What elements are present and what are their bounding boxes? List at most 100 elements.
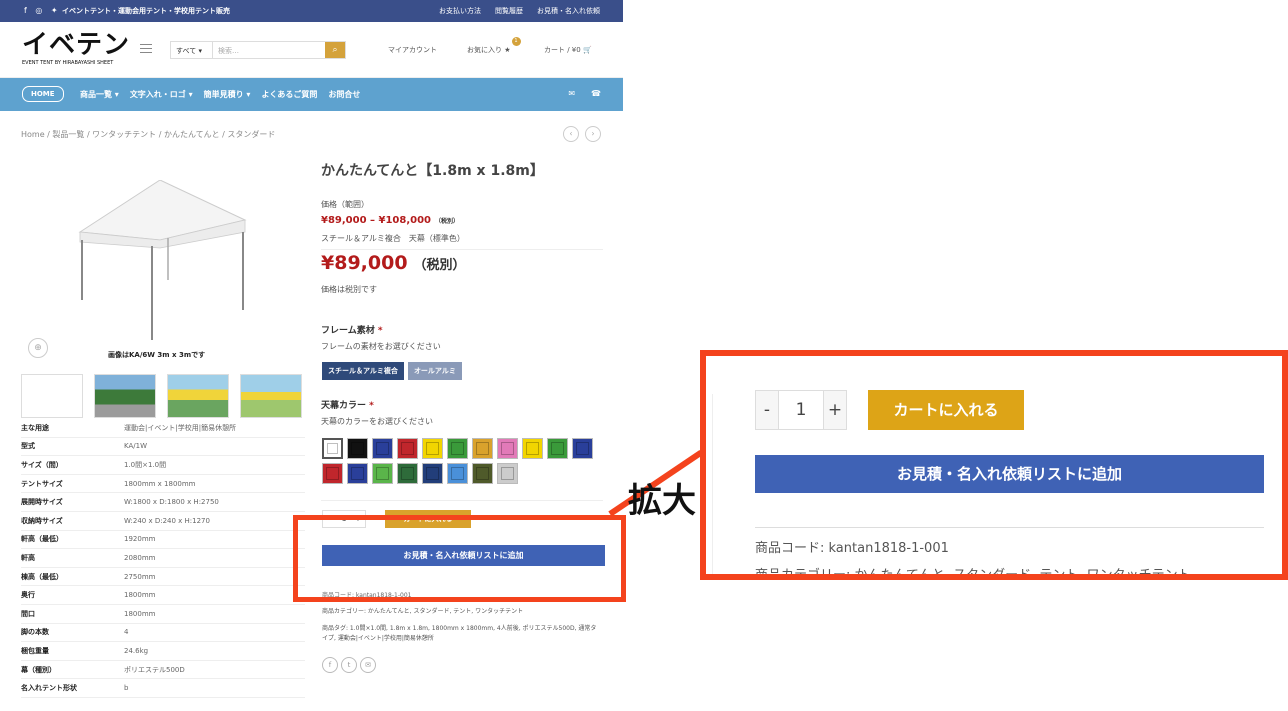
selected-variant: スチール＆アルミ複合 天幕（標準色）	[321, 234, 465, 243]
spec-key: 軒高	[21, 553, 35, 562]
color-swatch[interactable]	[322, 463, 343, 484]
divider	[321, 249, 603, 250]
color-swatch[interactable]	[397, 438, 418, 459]
phone-icon[interactable]: ☎	[591, 89, 601, 98]
color-swatch[interactable]	[447, 463, 468, 484]
divider	[712, 394, 713, 574]
search-icon[interactable]: ⌕	[325, 42, 345, 58]
twitter-icon[interactable]: t	[341, 657, 357, 673]
facebook-icon[interactable]: f	[322, 657, 338, 673]
nav-item-contact[interactable]: お問合せ	[328, 89, 360, 100]
color-swatch[interactable]	[547, 438, 568, 459]
nav-item-products[interactable]: 商品一覧 ▾	[80, 89, 119, 100]
quote-request-link[interactable]: お見積・名入れ依頼	[537, 6, 600, 16]
logo-text: イベテン	[22, 30, 131, 60]
color-swatch[interactable]	[372, 463, 393, 484]
color-swatch[interactable]	[322, 438, 343, 459]
search-input[interactable]: 検索…	[213, 42, 325, 58]
email-share-icon[interactable]: ✉	[360, 657, 376, 673]
thumbnail-3[interactable]	[167, 374, 229, 418]
product-tags[interactable]: 商品タグ: 1.0間×1.0間, 1.8m x 1.8m, 1800mm x 1…	[322, 624, 602, 644]
spec-value: W:240 x D:240 x H:1270	[124, 516, 210, 525]
payment-link[interactable]: お支払い方法	[439, 6, 481, 16]
thumbnail-strip	[21, 374, 302, 418]
tax-note: 価格は税別です	[321, 285, 377, 294]
color-swatch[interactable]	[347, 463, 368, 484]
mail-icon[interactable]: ✉	[568, 89, 575, 98]
spec-value: 1800mm	[124, 609, 156, 618]
zoomed-qty-minus-button[interactable]: -	[756, 391, 778, 429]
price-value: ¥89,000	[321, 252, 408, 274]
zoomed-qty-input[interactable]: 1	[778, 391, 824, 429]
product-image[interactable]	[60, 180, 260, 345]
search-bar: すべて ▾ 検索… ⌕	[170, 41, 346, 59]
history-link[interactable]: 閲覧履歴	[495, 6, 523, 16]
color-swatch[interactable]	[397, 463, 418, 484]
frame-option-steel-aluminum[interactable]: スチール＆アルミ複合	[322, 362, 404, 380]
next-product-icon[interactable]: ›	[585, 126, 601, 142]
prev-product-icon[interactable]: ‹	[563, 126, 579, 142]
color-swatch[interactable]	[472, 438, 493, 459]
menu-icon[interactable]	[140, 44, 152, 56]
spec-key: 棟高（最低）	[21, 572, 63, 581]
color-swatch[interactable]	[422, 463, 443, 484]
main-nav: HOME 商品一覧 ▾ 文字入れ・ロゴ ▾ 簡単見積り ▾ よくあるご質問 お問…	[0, 78, 623, 111]
nav-item-logo[interactable]: 文字入れ・ロゴ ▾	[130, 89, 193, 100]
spec-key: 型式	[21, 442, 35, 451]
color-swatch[interactable]	[522, 438, 543, 459]
spec-row: 軒高（最低） 1920mm	[21, 531, 305, 550]
thumbnail-1[interactable]	[21, 374, 83, 418]
spec-row: 奥行 1800mm	[21, 586, 305, 605]
site-logo[interactable]: イベテン EVENT TENT BY HIRABAYASHI SHEET	[22, 31, 130, 66]
frame-material-hint: フレームの素材をお選びください	[321, 342, 441, 351]
spec-value: KA/1W	[124, 442, 147, 451]
spec-key: 幕（種別）	[21, 665, 56, 674]
social-icons[interactable]: f ◎ ✦	[24, 6, 61, 15]
spec-value: 1800mm x 1800mm	[124, 479, 196, 488]
frame-options: スチール＆アルミ複合 オールアルミ	[322, 362, 462, 380]
color-swatch[interactable]	[572, 438, 593, 459]
breadcrumb[interactable]: Home / 製品一覧 / ワンタッチテント / かんたんてんと / スタンダー…	[21, 129, 275, 140]
cart-link[interactable]: カート / ¥0 🛒	[544, 45, 592, 55]
thumbnail-4[interactable]	[240, 374, 302, 418]
spec-value: 1.0間×1.0間	[124, 460, 167, 469]
color-swatch[interactable]	[497, 438, 518, 459]
nav-item-estimate[interactable]: 簡単見積り ▾	[204, 89, 251, 100]
color-swatch[interactable]	[447, 438, 468, 459]
product-categories[interactable]: 商品カテゴリー: かんたんてんと, スタンダード, テント, ワンタッチテント	[322, 606, 523, 615]
top-bar: f ◎ ✦ イベントテント・運動会用テント・学校用テント販売 お支払い方法 閲覧…	[0, 0, 623, 22]
zoomed-qty-plus-button[interactable]: +	[824, 391, 846, 429]
color-swatch[interactable]	[347, 438, 368, 459]
thumbnail-2[interactable]	[94, 374, 156, 418]
my-account-link[interactable]: マイアカウント	[388, 45, 437, 55]
frame-material-label: フレーム素材 *	[321, 323, 383, 336]
required-mark: *	[369, 401, 374, 411]
spec-row: 展開時サイズ W:1800 x D:1800 x H:2750	[21, 493, 305, 512]
frame-option-all-aluminum[interactable]: オールアルミ	[407, 362, 462, 380]
favorites-link[interactable]: お気に入り ★ 1	[467, 37, 521, 55]
spec-row: 型式 KA/1W	[21, 438, 305, 457]
spec-row: テントサイズ 1800mm x 1800mm	[21, 475, 305, 494]
nav-item-faq[interactable]: よくあるご質問	[261, 89, 317, 100]
price-range-tax: （税別）	[435, 218, 460, 225]
zoom-image-icon[interactable]: ⊕	[28, 338, 48, 358]
spec-value: 24.6kg	[124, 646, 149, 655]
canopy-color-hint: 天幕のカラーをお選びください	[321, 417, 433, 426]
highlight-box	[293, 515, 626, 602]
zoomed-add-to-quote-button[interactable]: お見積・名入れ依頼リストに追加	[755, 455, 1264, 493]
search-category-select[interactable]: すべて ▾	[171, 42, 213, 58]
spec-key: 収納時サイズ	[21, 516, 63, 525]
color-swatch[interactable]	[497, 463, 518, 484]
color-swatch[interactable]	[372, 438, 393, 459]
spec-row: 梱包重量 24.6kg	[21, 642, 305, 661]
spec-value: 2750mm	[124, 572, 156, 581]
favorites-count-badge: 1	[511, 37, 521, 46]
color-swatch[interactable]	[422, 438, 443, 459]
spec-row: 主な用途 運動会|イベント|学校用|簡易休憩所	[21, 419, 305, 438]
color-swatch[interactable]	[472, 463, 493, 484]
color-label-text: 天幕カラー	[321, 401, 367, 411]
favorites-label: お気に入り ★	[467, 46, 511, 54]
spec-row: 名入れテント形状 b	[21, 679, 305, 698]
nav-home[interactable]: HOME	[22, 86, 64, 102]
zoomed-add-to-cart-button[interactable]: カートに入れる	[868, 390, 1024, 430]
